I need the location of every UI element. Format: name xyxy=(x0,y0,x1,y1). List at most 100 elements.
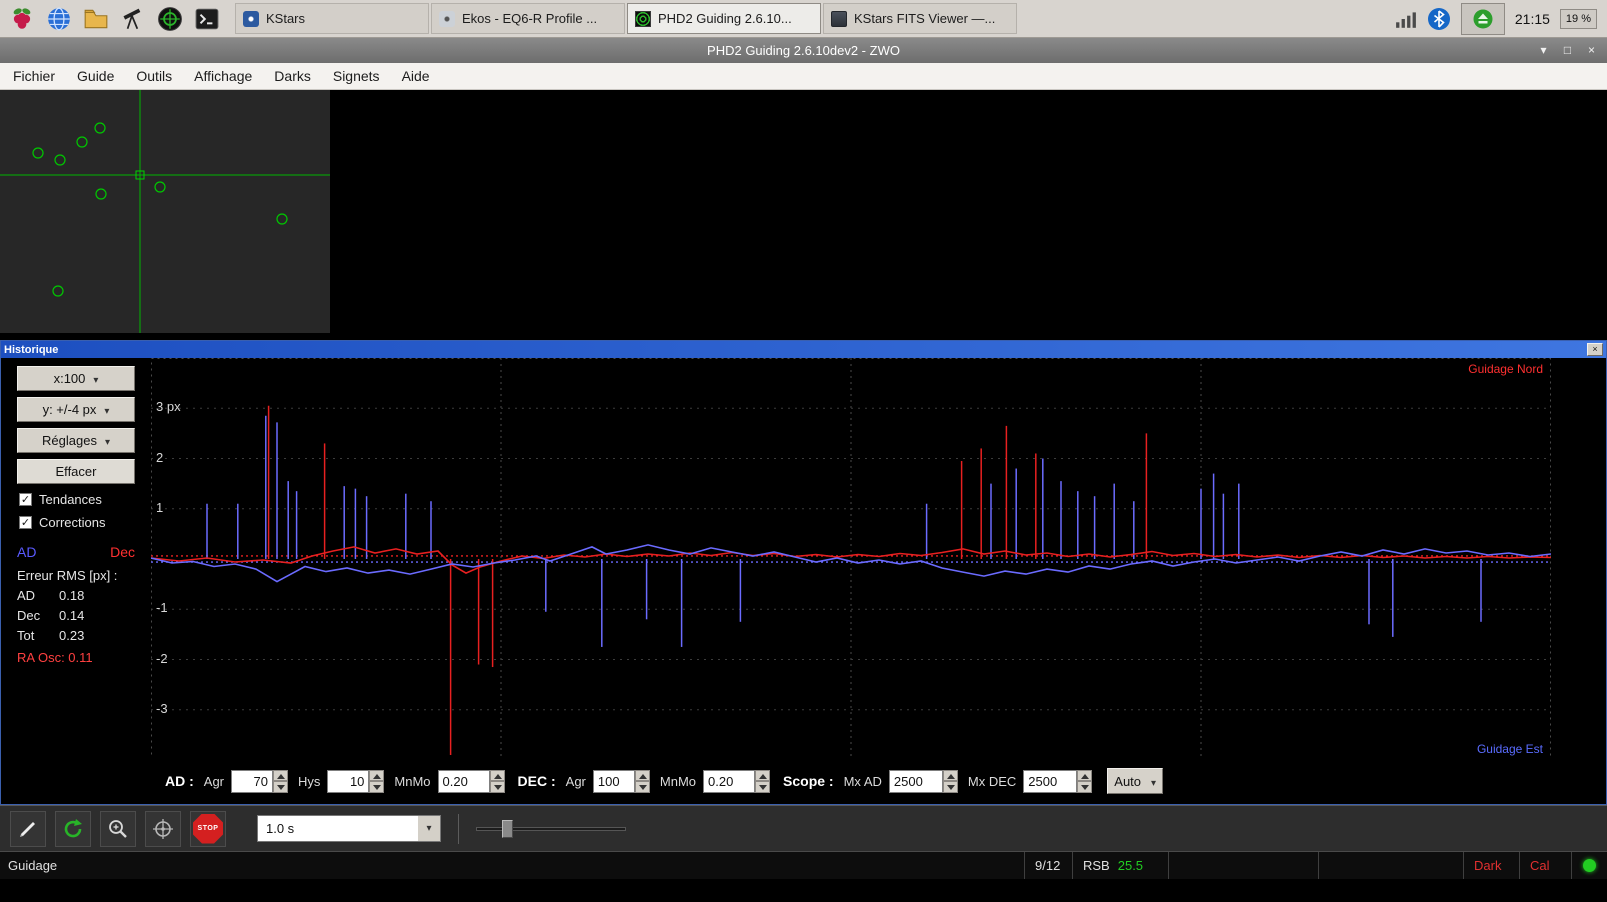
eject-button[interactable] xyxy=(1460,2,1505,35)
history-close-button[interactable]: × xyxy=(1587,343,1603,356)
network-signal-icon xyxy=(1395,11,1416,28)
phd2-icon xyxy=(635,10,651,27)
connect-equipment-icon xyxy=(20,821,35,837)
corrections-checkbox[interactable]: Corrections xyxy=(19,515,151,530)
ra-minmove-input[interactable] xyxy=(437,769,490,793)
slider-handle[interactable] xyxy=(502,819,513,838)
taskbar-window-label: KStars FITS Viewer —... xyxy=(854,11,996,26)
x-scale-select[interactable]: x:100 xyxy=(17,366,135,391)
snr-value: 25.5 xyxy=(1117,858,1144,873)
max-dec-spinner[interactable] xyxy=(1077,769,1093,793)
browser-button[interactable] xyxy=(43,3,75,35)
globe-icon xyxy=(48,7,70,30)
window-titlebar[interactable]: PHD2 Guiding 2.6.10dev2 - ZWO ▾ □ × xyxy=(0,38,1607,63)
dec-minmove-spinner[interactable] xyxy=(755,769,771,793)
history-title: Historique xyxy=(4,343,59,356)
taskbar-window-phd2[interactable]: PHD2 Guiding 2.6.10... xyxy=(627,3,821,34)
dec-minmove-input[interactable] xyxy=(703,769,756,793)
menu-outils[interactable]: Outils xyxy=(125,63,183,90)
kstars-launcher-button[interactable] xyxy=(117,3,149,35)
ra-minmove-spinner[interactable] xyxy=(489,769,505,793)
history-titlebar[interactable]: Historique × xyxy=(1,341,1606,358)
guide-params-bar: AD : Agr Hys MnMo DEC : Agr MnMo xyxy=(1,758,1606,804)
chevron-down-icon xyxy=(85,371,98,386)
taskbar-window-label: KStars xyxy=(266,11,306,26)
menu-darks[interactable]: Darks xyxy=(263,63,322,90)
chevron-down-icon xyxy=(97,433,110,448)
dec-aggression-spinner[interactable] xyxy=(634,769,650,793)
terminal-icon xyxy=(195,8,219,29)
ra-hysteresis-input[interactable] xyxy=(327,769,370,793)
guide-camera-view[interactable] xyxy=(0,90,330,333)
settings-select[interactable]: Réglages xyxy=(17,428,135,453)
taskbar-window-ekos[interactable]: Ekos - EQ6-R Profile ... xyxy=(431,3,625,34)
close-button[interactable]: × xyxy=(1582,41,1601,60)
ra-aggression-input[interactable] xyxy=(231,769,274,793)
ra-hysteresis-label: Hys xyxy=(298,773,321,789)
menu-affichage[interactable]: Affichage xyxy=(183,63,263,90)
graph-y-tick-label: -2 xyxy=(156,650,168,666)
guide-button[interactable] xyxy=(145,810,181,847)
raspberry-icon xyxy=(13,7,31,29)
dec-aggression-input[interactable] xyxy=(592,769,635,793)
max-dec-duration-input[interactable] xyxy=(1023,769,1078,793)
telescope-icon xyxy=(123,8,141,29)
max-ra-label: Mx AD xyxy=(843,773,882,789)
main-toolbar: STOP 1.0 s xyxy=(0,805,1607,851)
dec-guide-mode-select[interactable]: Auto xyxy=(1107,768,1164,794)
y-scale-value: y: +/-4 px xyxy=(42,402,97,417)
taskbar-window-kstars[interactable]: KStars xyxy=(235,3,429,34)
max-ra-duration-input[interactable] xyxy=(888,769,943,793)
clear-label: Effacer xyxy=(55,464,97,479)
ekos-icon xyxy=(439,10,455,27)
trendlines-checkbox[interactable]: Tendances xyxy=(19,492,151,507)
guide-graph-plot xyxy=(150,358,1552,760)
max-ra-spinner[interactable] xyxy=(942,769,958,793)
connect-equipment-button[interactable] xyxy=(10,810,46,847)
clear-button[interactable]: Effacer xyxy=(17,459,135,484)
menu-guide[interactable]: Guide xyxy=(66,63,125,90)
dark-library-status: Dark xyxy=(1463,852,1519,879)
status-cell-empty xyxy=(1318,852,1463,879)
ra-aggression-spinner[interactable] xyxy=(273,769,289,793)
bluetooth-icon[interactable] xyxy=(1427,7,1451,31)
file-manager-button[interactable] xyxy=(80,3,112,35)
auto-select-star-button[interactable] xyxy=(100,810,136,847)
menu-signets[interactable]: Signets xyxy=(322,63,391,90)
dec-minmove-label: MnMo xyxy=(659,773,697,789)
ra-aggression-label: Agr xyxy=(203,773,225,789)
taskbar-window-label: PHD2 Guiding 2.6.10... xyxy=(658,11,792,26)
terminal-button[interactable] xyxy=(191,3,223,35)
taskbar-window-label: Ekos - EQ6-R Profile ... xyxy=(462,11,598,26)
taskbar: KStars Ekos - EQ6-R Profile ... PHD2 Gui… xyxy=(0,0,1607,38)
graph-y-tick-label: 3 px xyxy=(156,399,181,415)
rms-tot-value: 0.23 xyxy=(59,628,85,643)
rms-tot-row: Tot 0.23 xyxy=(17,628,107,643)
app-menu-button[interactable] xyxy=(6,3,38,35)
toolbar-separator xyxy=(458,813,459,844)
ra-hysteresis-spinner[interactable] xyxy=(369,769,385,793)
history-window: Historique × x:100 y: +/-4 px Réglages E… xyxy=(0,340,1607,805)
connected-status-icon xyxy=(1583,859,1596,872)
snr-label: RSB xyxy=(1083,858,1110,873)
stop-button[interactable]: STOP xyxy=(190,810,226,847)
exposure-select[interactable]: 1.0 s xyxy=(257,815,441,842)
dec-guide-mode-value: Auto xyxy=(1114,773,1142,789)
chevron-down-icon[interactable] xyxy=(418,816,440,841)
taskbar-window-fits-viewer[interactable]: KStars FITS Viewer —... xyxy=(823,3,1017,34)
minimize-button[interactable]: ▾ xyxy=(1534,41,1553,60)
statusbar: Guidage 9/12 RSB 25.5 Dark Cal xyxy=(0,851,1607,879)
maximize-button[interactable]: □ xyxy=(1558,41,1577,60)
stretch-slider[interactable] xyxy=(476,814,626,844)
loop-exposures-button[interactable] xyxy=(55,810,91,847)
menubar: Fichier Guide Outils Affichage Darks Sig… xyxy=(0,63,1607,90)
clock: 21:15 xyxy=(1514,10,1550,27)
menu-fichier[interactable]: Fichier xyxy=(2,63,66,90)
taskbar-windows: KStars Ekos - EQ6-R Profile ... PHD2 Gui… xyxy=(235,3,1017,34)
checkbox-checked-icon xyxy=(19,516,32,529)
y-scale-select[interactable]: y: +/-4 px xyxy=(17,397,135,422)
phd2-launcher-button[interactable] xyxy=(154,3,186,35)
menu-aide[interactable]: Aide xyxy=(391,63,441,90)
rms-dec-value: 0.14 xyxy=(59,608,85,623)
max-dec-label: Mx DEC xyxy=(967,773,1017,789)
